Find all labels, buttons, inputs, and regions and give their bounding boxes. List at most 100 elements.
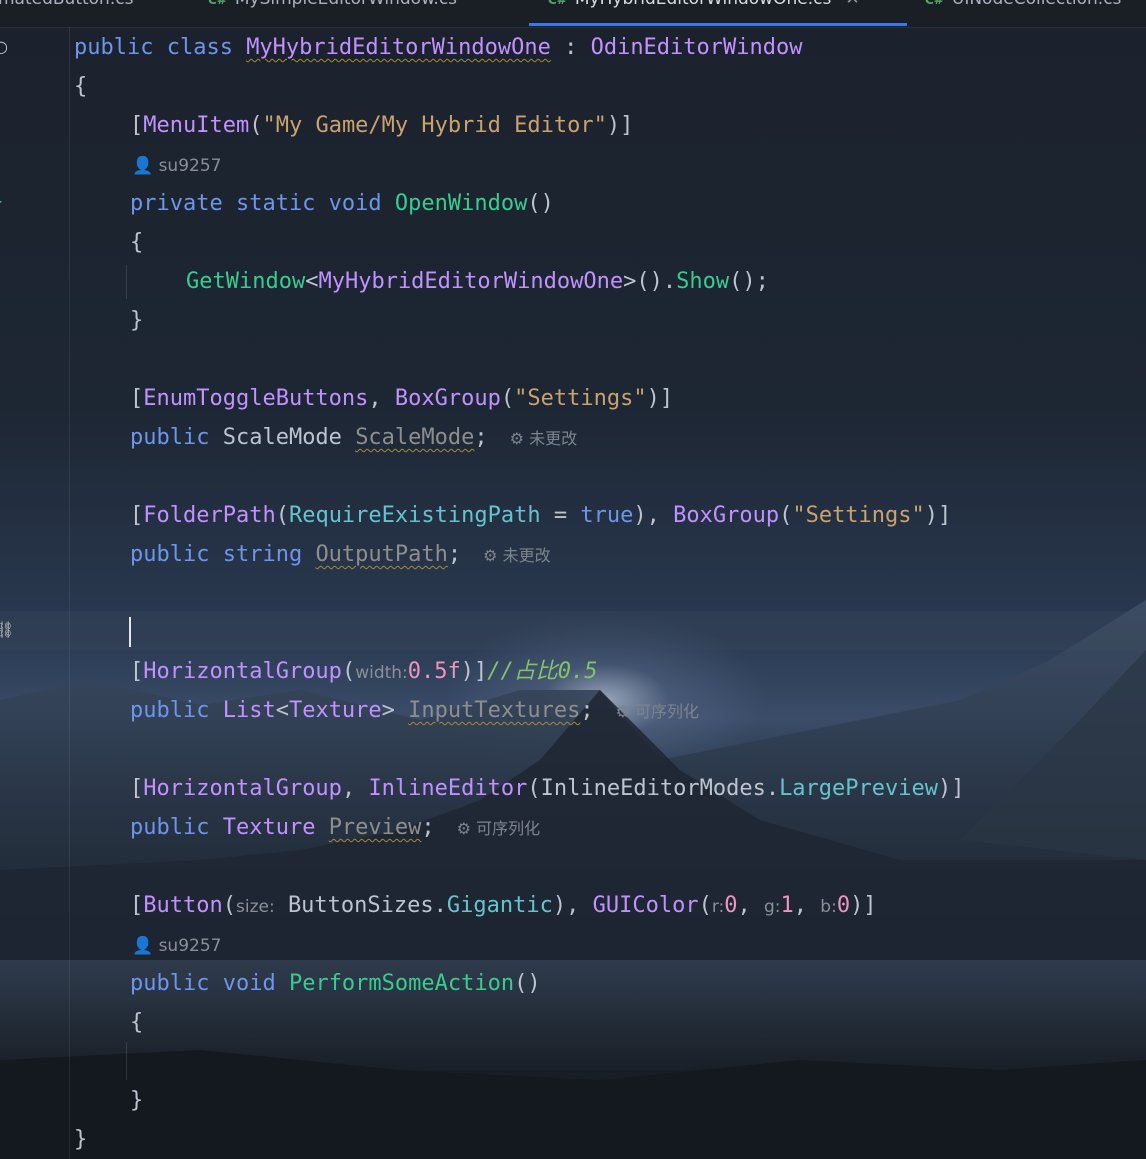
code-line-brace[interactable]: { [130, 1008, 143, 1038]
code-line-open-brace[interactable]: { [74, 72, 87, 102]
tab-label: MyHybridEditorWindowOne.cs [575, 0, 831, 9]
tab-label: UINodeCollection.cs [952, 0, 1122, 9]
token: , [368, 386, 395, 411]
token: public [130, 425, 223, 450]
code-line-inline-editor-attribute[interactable]: [HorizontalGroup, InlineEditor(InlineEdi… [130, 774, 965, 804]
code-line-brace[interactable]: } [130, 1086, 143, 1116]
hint-text: 可序列化 [635, 702, 700, 721]
tab-animated-button[interactable]: matedButton.cs [0, 0, 133, 27]
parameter-name-hint: size: [235, 897, 275, 917]
token: ( [275, 503, 289, 528]
token: ), [633, 503, 674, 528]
token: public string [130, 542, 316, 567]
token: ( [500, 386, 515, 411]
unity-serialization-hint[interactable]: ⚙ 未更改 [510, 429, 577, 448]
token-attribute: EnumToggleButtons [143, 386, 369, 411]
code-vision-author[interactable]: 👤 su9257 [132, 934, 221, 958]
text-caret [129, 617, 131, 647]
parameter-name-hint: b: [820, 897, 837, 917]
token-method: PerformSomeAction [288, 971, 515, 996]
unity-serialization-hint[interactable]: ⚙ 可序列化 [457, 819, 540, 838]
indent-guide [126, 265, 127, 299]
code-line-class-declaration[interactable]: public class MyHybridEditorWindowOne : O… [74, 33, 803, 63]
code-line-brace[interactable]: { [130, 228, 143, 258]
indent-guide [126, 1042, 127, 1080]
token: ; [474, 425, 488, 450]
code-line-brace[interactable]: } [130, 306, 143, 336]
token-type: ScaleMode [222, 425, 342, 450]
tab-label: matedButton.cs [0, 0, 133, 9]
token: ( [527, 776, 541, 801]
token-field: ScaleMode [355, 425, 475, 450]
code-line-open-window-method[interactable]: private static void OpenWindow() [130, 189, 554, 219]
implements-gutter-icon[interactable]: ○ [0, 37, 8, 56]
token: [ [130, 503, 144, 528]
code-vision-author[interactable]: 👤 su9257 [132, 154, 221, 178]
token-type: Texture [288, 698, 382, 723]
token: , [793, 893, 821, 918]
token: [ [130, 113, 144, 138]
token: (); [729, 269, 769, 294]
author-name: su9257 [158, 156, 222, 176]
token-class-name: MyHybridEditorWindowOne [246, 35, 551, 60]
code-line-folder-path-attribute[interactable]: [FolderPath(RequireExistingPath = true),… [130, 501, 951, 531]
code-line-menuitem-attribute[interactable]: [MenuItem("My Game/My Hybrid Editor")] [130, 111, 633, 141]
code-line-output-path-field[interactable]: public string OutputPath; ⚙ 未更改 [130, 540, 551, 570]
link-gutter-icon[interactable]: ⛓ [0, 620, 14, 639]
hint-text: 未更改 [502, 546, 551, 565]
token-string: "My Game/My Hybrid Editor" [262, 113, 607, 138]
token: , [737, 893, 764, 918]
hint-text: 可序列化 [476, 819, 541, 838]
code-line-close-brace[interactable]: } [74, 1125, 87, 1155]
token-number: 0 [724, 893, 738, 918]
parameter-name-hint: g: [764, 897, 781, 917]
code-line-input-textures-field[interactable]: public List<Texture> InputTextures; ⚙ 可序列… [130, 696, 699, 726]
unity-icon: ⚙ [456, 819, 471, 838]
unity-serialization-hint[interactable]: ⚙ 未更改 [483, 546, 550, 565]
token-enum-member: LargePreview [779, 776, 939, 801]
parameter-name-hint: r: [711, 897, 725, 917]
tab-ui-node-collection[interactable]: C# UINodeCollection.cs [925, 0, 1121, 27]
token-type: ButtonSizes [287, 893, 434, 918]
code-line-preview-field[interactable]: public Texture Preview; ⚙ 可序列化 [130, 813, 540, 843]
token-enum-member: Gigantic [446, 893, 553, 918]
token-attribute: MenuItem [143, 113, 250, 138]
code-line-get-window-call[interactable]: GetWindow<MyHybridEditorWindowOne>().Sho… [186, 267, 769, 297]
token: . [765, 776, 780, 801]
token: ( [341, 659, 356, 684]
editor-tab-bar: matedButton.cs C# MySimpleEditorWindow.cs… [0, 0, 1146, 28]
token: () [527, 191, 554, 216]
tab-my-simple-editor-window[interactable]: C# MySimpleEditorWindow.cs [208, 0, 457, 27]
user-icon: 👤 [132, 156, 154, 176]
gutter-separator [69, 27, 70, 1159]
token-attribute: BoxGroup [673, 503, 780, 528]
unity-serialization-hint[interactable]: ⚙ 可序列化 [616, 702, 699, 721]
unity-icon: ⚙ [615, 702, 630, 721]
token-attribute: Button [143, 893, 223, 918]
code-line-button-attribute[interactable]: [Button(size: ButtonSizes.Gigantic), GUI… [130, 891, 877, 921]
close-icon[interactable]: ✕ [845, 0, 859, 9]
token-attribute: BoxGroup [394, 386, 501, 411]
token: ( [779, 503, 793, 528]
code-line-scale-mode-field[interactable]: public ScaleMode ScaleMode; ⚙ 未更改 [130, 423, 577, 453]
code-line-perform-action-method[interactable]: public void PerformSomeAction() [130, 969, 541, 999]
token: , [341, 776, 369, 801]
token-string: "Settings" [792, 503, 925, 528]
run-gutter-icon[interactable]: ▸ [0, 194, 2, 208]
token-type: Texture [222, 815, 316, 840]
token-field: OutputPath [315, 542, 448, 567]
token: )] [646, 386, 674, 411]
token-type: List [222, 698, 276, 723]
unity-icon: ⚙ [509, 429, 524, 448]
token-attribute: HorizontalGroup [143, 776, 342, 801]
unity-icon: ⚙ [483, 546, 498, 565]
token: < [305, 269, 319, 294]
code-line-horizontal-group-attribute[interactable]: [HorizontalGroup(width:0.5f)]//占比0.5 [130, 657, 598, 687]
csharp-file-icon: C# [208, 0, 227, 7]
token: () [514, 971, 541, 996]
token-attribute: InlineEditor [368, 776, 528, 801]
token-number: 1 [780, 893, 794, 918]
code-line-enum-toggle-attribute[interactable]: [EnumToggleButtons, BoxGroup("Settings")… [130, 384, 673, 414]
current-line-highlight [0, 611, 1146, 650]
